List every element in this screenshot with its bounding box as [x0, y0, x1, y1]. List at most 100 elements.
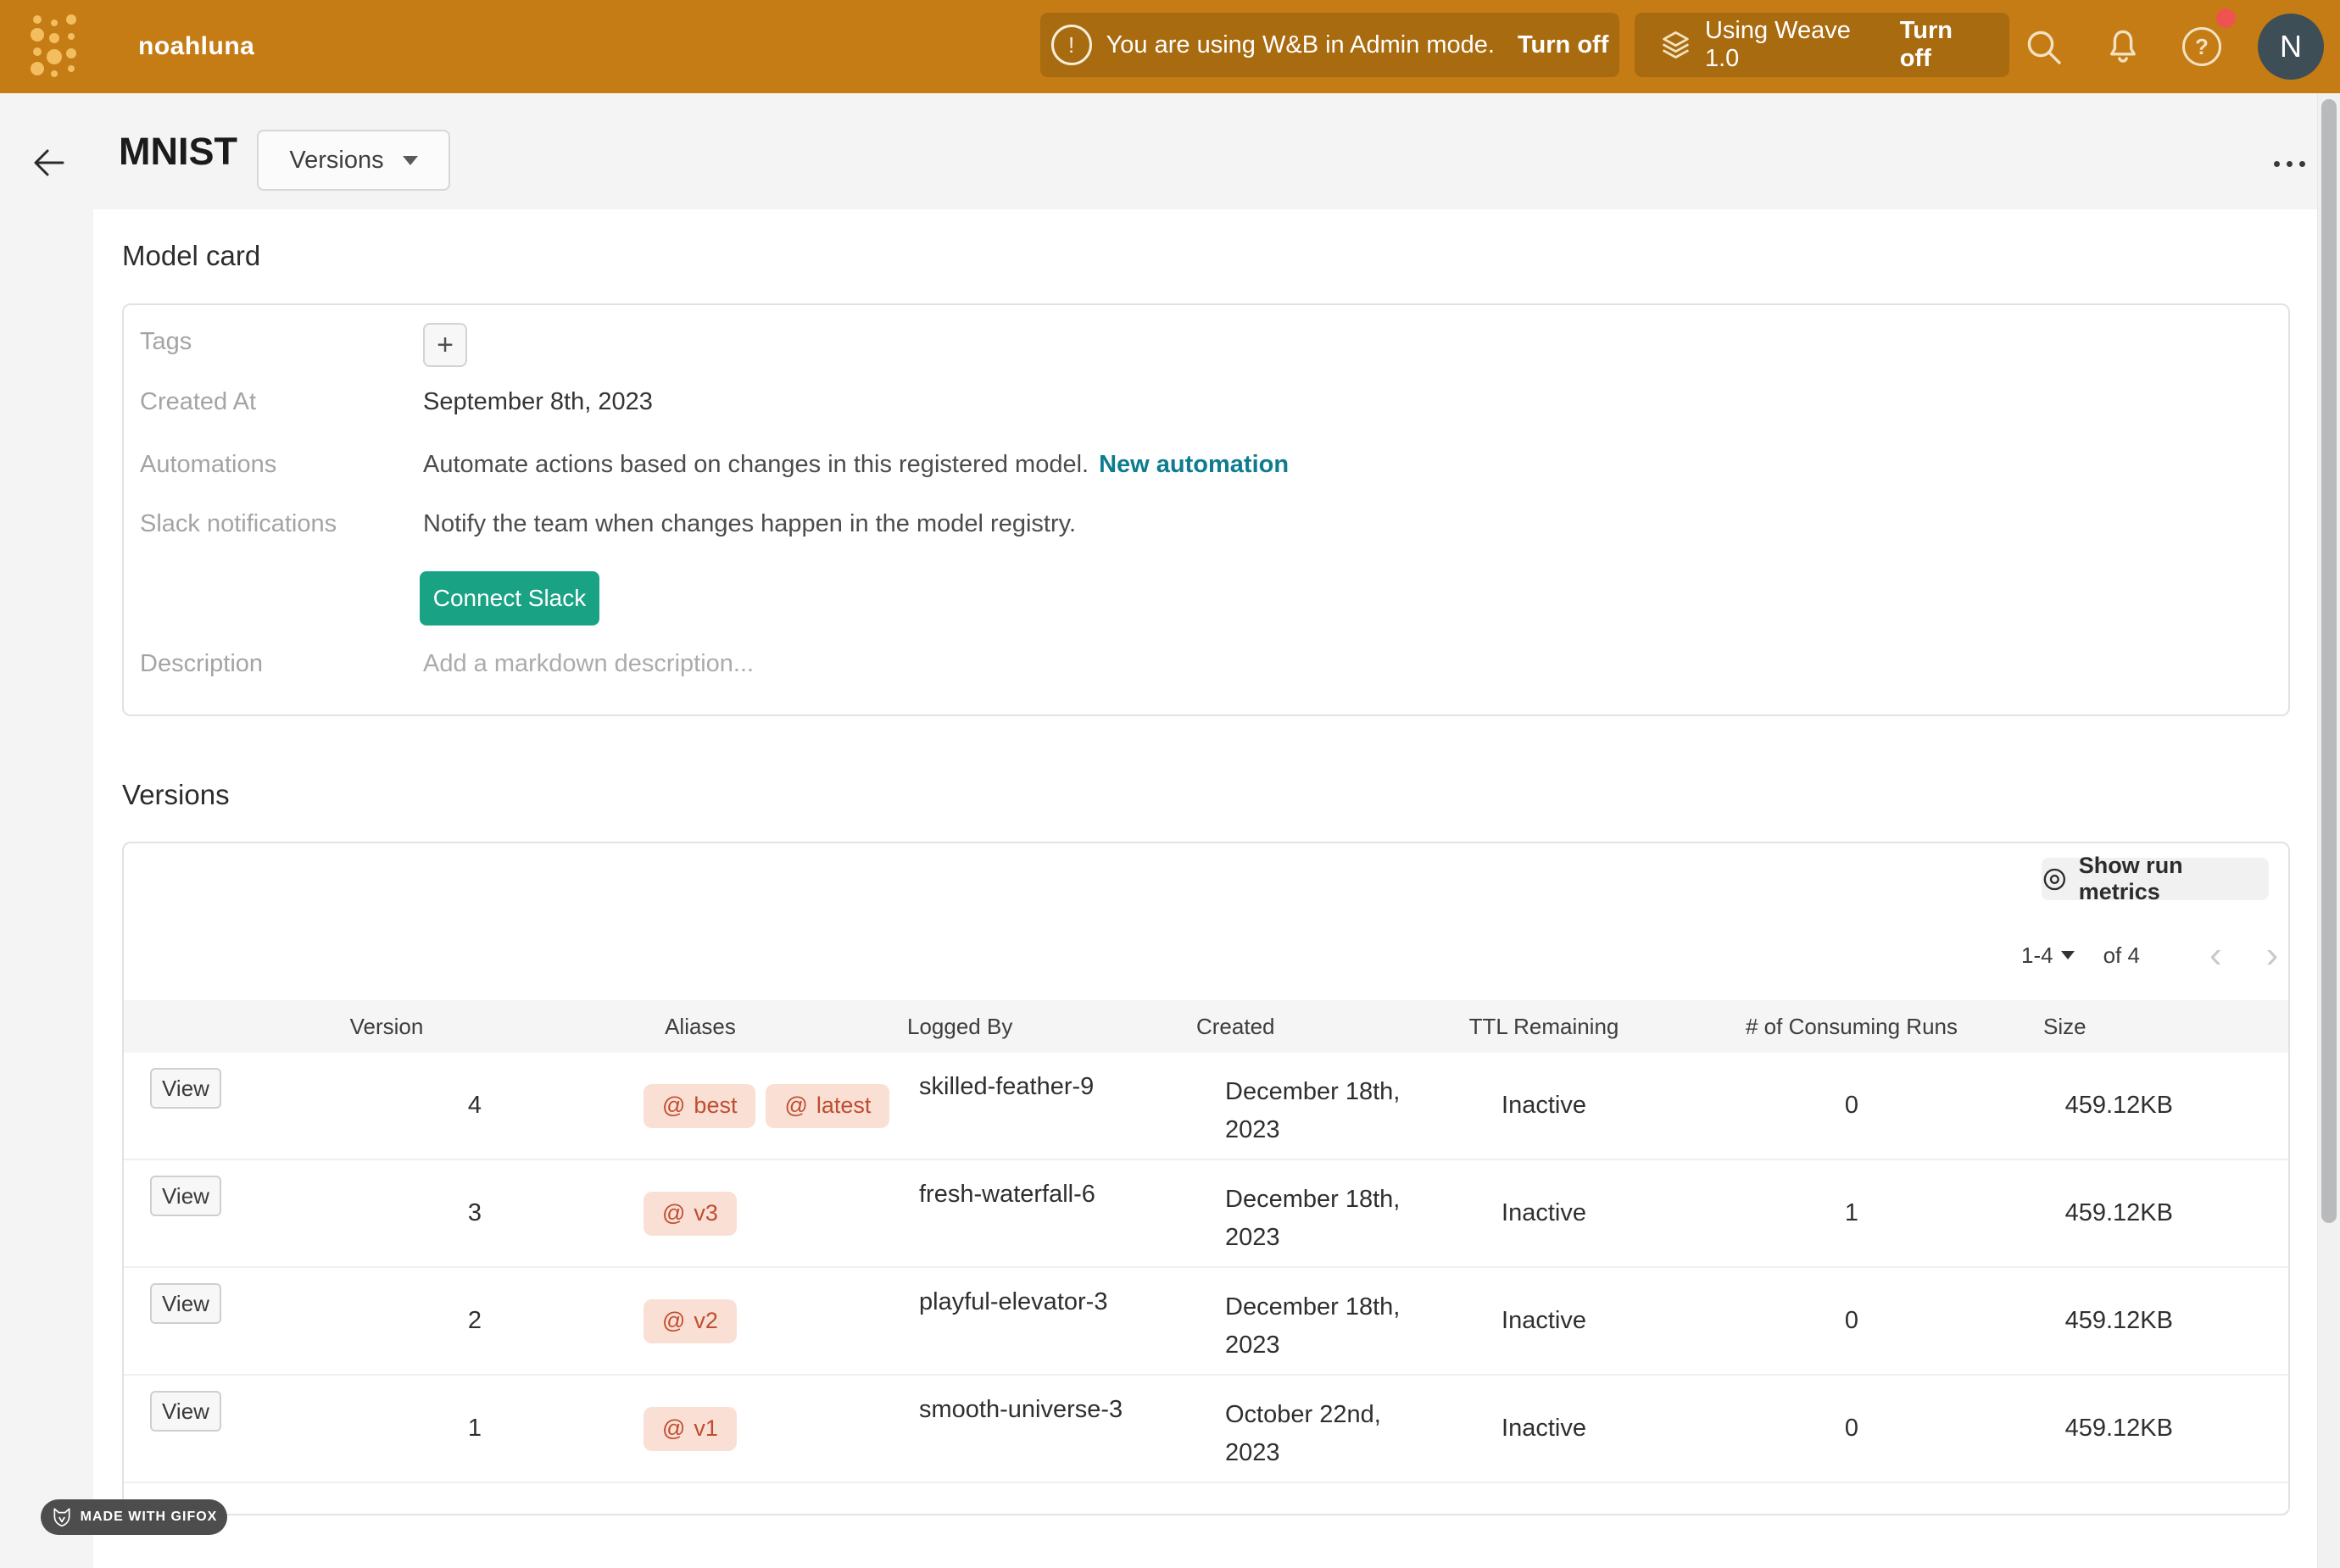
automations-text: Automate actions based on changes in thi…: [423, 451, 1089, 478]
pagination: 1-4 of 4 ‹ ›: [2021, 938, 2278, 972]
eye-icon: [2042, 866, 2068, 892]
show-run-metrics-button[interactable]: Show run metrics: [2042, 858, 2269, 900]
page-header: MNIST Versions: [0, 93, 2317, 209]
version-number: 2: [251, 1268, 522, 1374]
user-avatar[interactable]: N: [2258, 14, 2324, 80]
view-button[interactable]: View: [150, 1283, 221, 1324]
add-tag-button[interactable]: +: [423, 323, 467, 367]
admin-mode-banner: ! You are using W&B in Admin mode. Turn …: [1040, 13, 1619, 77]
connect-slack-button[interactable]: Connect Slack: [420, 571, 599, 626]
tags-label: Tags: [140, 328, 192, 356]
column-header-logged-by: Logged By: [878, 1014, 1167, 1040]
artifact-size: 459.12KB: [2036, 1053, 2290, 1159]
created-date: December 18th, 2023: [1167, 1053, 1421, 1159]
vertical-scrollbar-track[interactable]: [2317, 93, 2340, 1568]
admin-turn-off-button[interactable]: Turn off: [1518, 31, 1608, 59]
consuming-runs-count: 0: [1667, 1376, 2036, 1482]
page-title: MNIST: [119, 93, 237, 209]
vertical-scrollbar-thumb[interactable]: [2321, 99, 2337, 1223]
made-with-gifox-badge[interactable]: MADE WITH GIFOX: [41, 1499, 227, 1535]
created-date: October 22nd, 2023: [1167, 1376, 1421, 1482]
chevron-down-icon: [2061, 951, 2075, 959]
created-at-label: Created At: [140, 388, 256, 416]
left-rail: [0, 209, 93, 1568]
at-icon: @: [662, 1415, 685, 1442]
table-row: View 1 @ v1 smooth-universe-3 October 22…: [124, 1376, 2290, 1483]
view-button[interactable]: View: [150, 1176, 221, 1216]
version-number: 1: [251, 1376, 522, 1482]
automations-label: Automations: [140, 451, 276, 479]
back-arrow-icon[interactable]: [31, 146, 66, 180]
column-header-created: Created: [1167, 1014, 1421, 1040]
table-row: View 3 @ v3 fresh-waterfall-6 December 1…: [124, 1160, 2290, 1268]
notifications-bell-icon[interactable]: [2103, 26, 2143, 67]
ttl-remaining: Inactive: [1421, 1376, 1667, 1482]
alias-label: latest: [816, 1093, 872, 1119]
view-button[interactable]: View: [150, 1391, 221, 1432]
description-placeholder[interactable]: Add a markdown description...: [423, 650, 754, 678]
alert-icon: !: [1051, 25, 1092, 65]
wandb-registry-page: noahluna ! You are using W&B in Admin mo…: [0, 0, 2340, 1568]
at-icon: @: [662, 1308, 685, 1334]
table-row: View 2 @ v2 playful-elevator-3 December …: [124, 1268, 2290, 1376]
description-label: Description: [140, 650, 263, 678]
main-content: Model card Tags + Created At September 8…: [93, 209, 2317, 1568]
next-page-button[interactable]: ›: [2266, 938, 2279, 972]
view-selector-label: Versions: [289, 147, 383, 175]
table-body: View 4 @ best @ latest skilled-feather-9: [124, 1053, 2290, 1483]
aliases-cell: @ v2: [522, 1268, 878, 1374]
alias-badge[interactable]: @ v2: [644, 1299, 737, 1343]
alias-label: v2: [694, 1308, 718, 1334]
page-range-label: 1-4: [2021, 942, 2053, 969]
slack-notifications-text: Notify the team when changes happen in t…: [423, 510, 1076, 538]
column-header-size: Size: [2036, 1014, 2290, 1040]
artifact-size: 459.12KB: [2036, 1376, 2290, 1482]
alias-badge[interactable]: @ latest: [766, 1084, 889, 1128]
at-icon: @: [662, 1093, 685, 1119]
column-header-consuming-runs: # of Consuming Runs: [1667, 1014, 2036, 1040]
aliases-cell: @ v3: [522, 1160, 878, 1266]
show-run-metrics-label: Show run metrics: [2079, 853, 2269, 905]
created-date: December 18th, 2023: [1167, 1268, 1421, 1374]
ttl-remaining: Inactive: [1421, 1053, 1667, 1159]
column-header-aliases: Aliases: [522, 1014, 878, 1040]
versions-table-panel: Show run metrics 1-4 of 4 ‹ › Version Al…: [122, 842, 2290, 1515]
logged-by-run-link[interactable]: fresh-waterfall-6: [878, 1160, 1167, 1266]
new-automation-link[interactable]: New automation: [1099, 451, 1289, 478]
alias-label: v3: [694, 1200, 718, 1226]
created-at-value: September 8th, 2023: [423, 388, 653, 416]
model-card-heading: Model card: [122, 240, 260, 272]
automations-value: Automate actions based on changes in thi…: [423, 451, 1289, 479]
layers-icon: [1660, 28, 1691, 62]
table-row: View 4 @ best @ latest skilled-feather-9: [124, 1053, 2290, 1160]
wandb-logo-icon[interactable]: [29, 13, 78, 81]
logged-by-run-link[interactable]: smooth-universe-3: [878, 1376, 1167, 1482]
notification-dot: [2216, 8, 2236, 28]
column-header-ttl: TTL Remaining: [1421, 1014, 1667, 1040]
artifact-size: 459.12KB: [2036, 1160, 2290, 1266]
logged-by-run-link[interactable]: skilled-feather-9: [878, 1053, 1167, 1159]
view-button[interactable]: View: [150, 1068, 221, 1109]
top-navigation-bar: noahluna ! You are using W&B in Admin mo…: [0, 0, 2340, 93]
view-selector-dropdown[interactable]: Versions: [257, 130, 450, 191]
current-user-name: noahluna: [138, 0, 254, 93]
help-icon[interactable]: ?: [2182, 27, 2221, 66]
overflow-menu-button[interactable]: [2274, 161, 2305, 167]
column-header-version: Version: [251, 1014, 522, 1040]
weave-banner-text: Using Weave 1.0: [1705, 17, 1878, 73]
consuming-runs-count: 0: [1667, 1268, 2036, 1374]
alias-badge[interactable]: @ best: [644, 1084, 755, 1128]
weave-turn-off-button[interactable]: Turn off: [1900, 17, 1984, 73]
alias-badge[interactable]: @ v1: [644, 1407, 737, 1451]
version-number: 4: [251, 1053, 522, 1159]
previous-page-button[interactable]: ‹: [2209, 938, 2222, 972]
search-icon[interactable]: [2023, 26, 2064, 67]
created-date: December 18th, 2023: [1167, 1160, 1421, 1266]
page-total-label: of 4: [2103, 942, 2140, 969]
logged-by-run-link[interactable]: playful-elevator-3: [878, 1268, 1167, 1374]
ttl-remaining: Inactive: [1421, 1268, 1667, 1374]
aliases-cell: @ best @ latest: [522, 1053, 878, 1159]
alias-label: v1: [694, 1415, 718, 1442]
alias-badge[interactable]: @ v3: [644, 1192, 737, 1236]
page-range-dropdown[interactable]: 1-4: [2021, 942, 2075, 969]
